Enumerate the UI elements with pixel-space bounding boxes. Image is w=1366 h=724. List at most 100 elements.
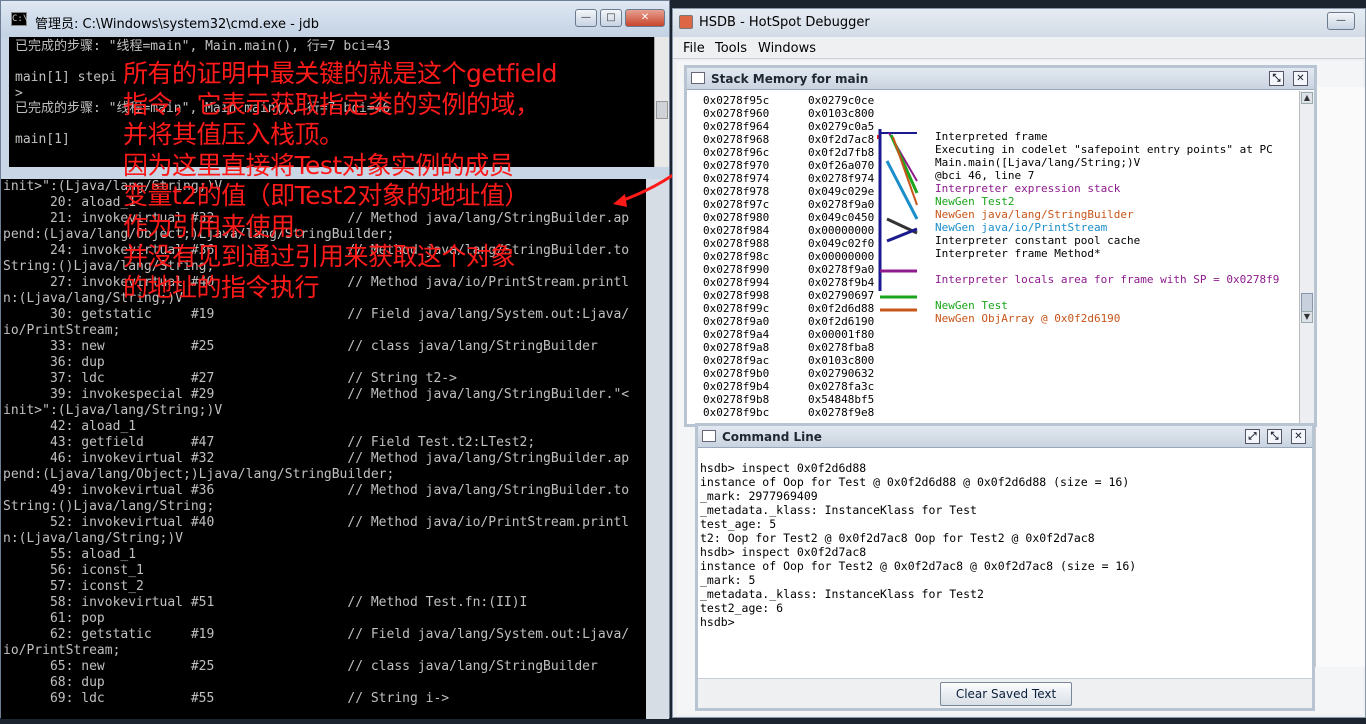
- minimize-button[interactable]: —: [1327, 12, 1355, 30]
- stack-memory-scrollbar[interactable]: ▲ ▼: [1299, 91, 1314, 424]
- stack-value: 0x049c0450: [808, 211, 875, 224]
- bytecode-line: 52: invokevirtual #40 // Method java/io/…: [3, 515, 630, 530]
- bytecode-line: 36: dup: [3, 355, 105, 370]
- bytecode-line: 68: dup: [3, 675, 105, 690]
- bytecode-line: io/PrintStream;: [3, 323, 121, 338]
- bytecode-line: 55: aload_1: [3, 547, 137, 562]
- hsdb-titlebar[interactable]: HSDB - HotSpot Debugger —: [673, 9, 1365, 37]
- hsdb-desktop: Stack Memory for main ⤡ ✕ 0x0278f95c 0x02…: [677, 61, 1365, 715]
- stack-value: 0x0278f9b4: [808, 276, 875, 289]
- command-line-entry: hsdb> inspect 0x0f2d6d88: [700, 461, 867, 475]
- command-line-entry: hsdb>: [700, 615, 735, 629]
- stack-value: 0x54848bf5: [808, 393, 875, 406]
- cmd-window[interactable]: C:\ 管理员: C:\Windows\system32\cmd.exe - j…: [0, 0, 674, 719]
- stack-value: 0x02790632: [808, 367, 875, 380]
- hsdb-window[interactable]: HSDB - HotSpot Debugger — File Tools Win…: [672, 8, 1366, 718]
- stack-annotation: NewGen Test2: [935, 195, 1015, 208]
- scroll-up-arrow[interactable]: ▲: [1301, 92, 1313, 104]
- annotation-line: 并没有见到通过引用来获取这个对象: [123, 242, 516, 271]
- stack-value: 0x0103c800: [808, 107, 875, 120]
- close-icon[interactable]: ✕: [1293, 71, 1308, 86]
- menu-windows[interactable]: Windows: [758, 41, 816, 56]
- stack-memory-panel[interactable]: 0x0278f95c 0x0278f960 0x0278f964 0x0278f968…: [687, 91, 1314, 424]
- stack-annotation: Interpreter locals area for frame with S…: [935, 273, 1280, 286]
- menu-bar: File Tools Windows: [673, 37, 1365, 59]
- frame-annotation-lines: [877, 129, 919, 312]
- annotation-line: 的地址的指令执行: [123, 272, 320, 302]
- stack-value: 0x0f2d7ac8: [808, 133, 875, 146]
- stack-address: 0x0278f98c: [703, 250, 770, 263]
- stack-annotation: [935, 260, 1279, 273]
- menu-tools[interactable]: Tools: [715, 41, 747, 56]
- stack-address: 0x0278f96c: [703, 146, 770, 159]
- stack-value: 0x0279c0a5: [808, 120, 875, 133]
- annotation-line: 变量t2的值（即Test2对象的地址值）: [123, 181, 529, 210]
- bytecode-line: 69: ldc #55 // String i->: [3, 691, 450, 706]
- stack-value: 0x00000000: [808, 224, 875, 237]
- command-line-entry: t2: Oop for Test2 @ 0x0f2d7ac8 Oop for T…: [700, 531, 1095, 545]
- stack-address: 0x0278f9b4: [703, 380, 770, 393]
- stack-value: 0x0f2d6d88: [808, 302, 875, 315]
- command-line-entry: _metadata._klass: InstanceKlass for Test…: [700, 587, 984, 601]
- stack-address: 0x0278f988: [703, 237, 770, 250]
- stack-address: 0x0278f984: [703, 224, 770, 237]
- stack-address: 0x0278f9a8: [703, 341, 770, 354]
- command-line-entry: hsdb> inspect 0x0f2d7ac8: [700, 545, 867, 559]
- frame-icon: [691, 72, 705, 84]
- stack-value: 0x049c029e: [808, 185, 875, 198]
- console-line: 已完成的步骤: "线程=main", Main.main(), 行=7 bci=…: [15, 39, 391, 54]
- bytecode-line: 65: new #25 // class java/lang/StringBui…: [3, 659, 598, 674]
- stack-address: 0x0278f968: [703, 133, 770, 146]
- stack-value: 0x0278f9a0: [808, 263, 875, 276]
- close-button[interactable]: ✕: [625, 9, 665, 27]
- value-column: 0x0279c0ce 0x0103c800 0x0279c0a5 0x0f2d7ac8…: [808, 94, 874, 419]
- stack-value: 0x0f2d6190: [808, 315, 875, 328]
- cmd-title: 管理员: C:\Windows\system32\cmd.exe - jdb: [35, 17, 320, 32]
- stack-value: 0x0278fba8: [808, 341, 875, 354]
- stack-address: 0x0278f960: [703, 107, 770, 120]
- hsdb-title: HSDB - HotSpot Debugger: [699, 15, 870, 30]
- command-line-frame[interactable]: Command Line ⤢ ⤡ ✕ hsdb> inspect 0x0f2d6…: [695, 423, 1315, 711]
- scroll-down-arrow[interactable]: ▼: [1301, 311, 1313, 323]
- stack-address: 0x0278f994: [703, 276, 770, 289]
- stack-address: 0x0278f99c: [703, 302, 770, 315]
- annotation-line: 指令，它表示获取指定类的实例的域，: [123, 89, 540, 119]
- bytecode-line: 30: getstatic #19 // Field java/lang/Sys…: [3, 307, 630, 322]
- stack-annotation: [935, 286, 1279, 299]
- stack-annotation: NewGen java/io/PrintStream: [935, 221, 1108, 234]
- stack-address: 0x0278f97c: [703, 198, 770, 211]
- command-line-entry: _metadata._klass: InstanceKlass for Test: [700, 503, 977, 517]
- annotation-arrow: [613, 173, 674, 207]
- stack-address: 0x0278f970: [703, 159, 770, 172]
- command-line-entry: instance of Oop for Test2 @ 0x0f2d7ac8 @…: [700, 559, 1137, 573]
- clear-saved-text-button[interactable]: Clear Saved Text: [940, 682, 1072, 706]
- console-icon: C:\: [11, 12, 29, 26]
- cmd-titlebar[interactable]: C:\ 管理员: C:\Windows\system32\cmd.exe - j…: [1, 1, 669, 37]
- menu-file[interactable]: File: [683, 41, 705, 56]
- stack-memory-titlebar[interactable]: Stack Memory for main ⤡ ✕: [687, 68, 1314, 90]
- bytecode-line: 42: aload_1: [3, 419, 137, 434]
- stack-address: 0x0278f990: [703, 263, 770, 276]
- stack-value: 0x0278f9a0: [808, 198, 875, 211]
- close-icon[interactable]: ✕: [1291, 429, 1306, 444]
- bytecode-line: 37: ldc #27 // String t2->: [3, 371, 457, 386]
- stack-address: 0x0278f9bc: [703, 406, 770, 419]
- command-line-output: hsdb> inspect 0x0f2d6d88 instance of Oop …: [700, 461, 1136, 629]
- minimize-icon[interactable]: ⤢: [1245, 429, 1260, 444]
- minimize-button[interactable]: —: [575, 9, 597, 27]
- stack-annotation: Interpreter expression stack: [935, 182, 1121, 195]
- annotation-overlay: 所有的证明中最关键的就是这个getfield 指令，它表示获取指定类的实例的域，并…: [123, 59, 663, 303]
- bytecode-line: String:()Ljava/lang/String;: [3, 499, 215, 514]
- stack-address: 0x0278f9a0: [703, 315, 770, 328]
- bytecode-line: 56: iconst_1: [3, 563, 144, 578]
- stack-memory-frame[interactable]: Stack Memory for main ⤡ ✕ 0x0278f95c 0x02…: [684, 65, 1317, 427]
- annotation-line: 因为这里直接将Test对象实例的成员: [123, 150, 514, 180]
- restore-icon[interactable]: ⤡: [1267, 429, 1282, 444]
- command-line-titlebar[interactable]: Command Line ⤢ ⤡ ✕: [698, 426, 1312, 448]
- restore-icon[interactable]: ⤡: [1269, 71, 1284, 86]
- maximize-button[interactable]: □: [600, 9, 622, 27]
- bytecode-line: 61: pop: [3, 611, 105, 626]
- background-frame-edge: [1315, 87, 1365, 667]
- address-column: 0x0278f95c 0x0278f960 0x0278f964 0x0278f968…: [703, 94, 769, 419]
- command-line-console[interactable]: hsdb> inspect 0x0f2d6d88 instance of Oop …: [698, 449, 1312, 678]
